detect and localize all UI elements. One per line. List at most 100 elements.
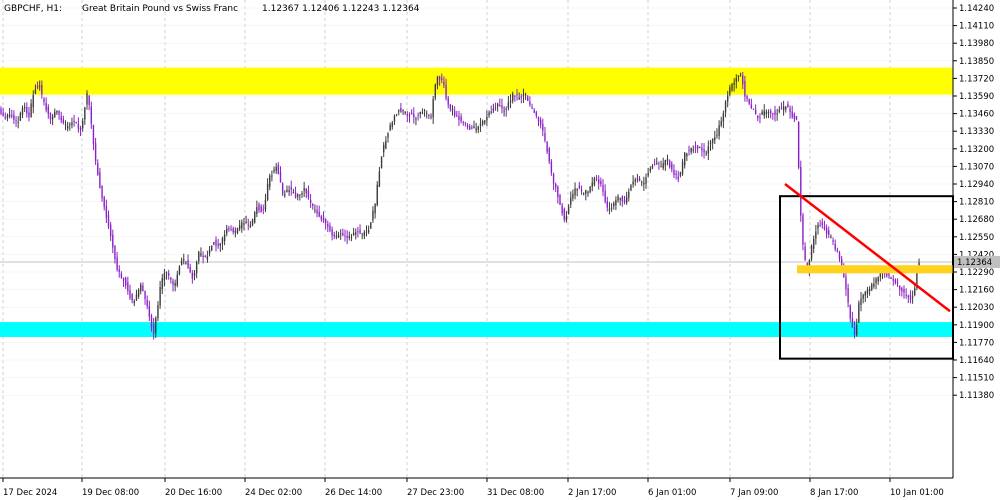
candle-body [856, 325, 858, 336]
candle-body [26, 107, 28, 114]
candle-body [694, 147, 697, 149]
bullish-candle [765, 109, 768, 119]
bullish-candle [365, 225, 368, 237]
bullish-candle [570, 191, 572, 208]
candle-body [675, 173, 677, 176]
bearish-candle [307, 185, 310, 200]
candle-body [245, 221, 247, 224]
bullish-candle [8, 108, 11, 119]
candle-body [367, 229, 370, 233]
bullish-candle [178, 265, 181, 276]
candle-body [539, 119, 542, 125]
price-axis[interactable]: 1.14240 1.14110 1.13980 1.13850 1.13720 1.135… [953, 4, 1000, 401]
bearish-candle [443, 76, 445, 89]
candle-body [137, 289, 140, 297]
x-tick-label: 7 Jan 09:00 [730, 488, 778, 498]
bearish-candle [142, 282, 144, 292]
candle-body [610, 207, 613, 209]
candle-body [643, 182, 645, 185]
bearish-candle [290, 180, 292, 196]
bearish-candle [787, 101, 789, 108]
bullish-candle [582, 192, 585, 196]
bullish-candle [219, 243, 221, 252]
bearish-candle [795, 115, 798, 121]
bullish-candle [180, 257, 183, 266]
bearish-candle [598, 175, 600, 190]
bullish-candle [714, 130, 716, 144]
candle-body [615, 199, 617, 206]
candle-body [656, 162, 658, 164]
price-chart[interactable]: 1.14240 1.14110 1.13980 1.13850 1.13720 1.135… [0, 0, 1000, 500]
bullish-candle [785, 105, 787, 113]
bearish-candle [901, 286, 903, 297]
bearish-candle [316, 205, 318, 218]
bearish-candle [466, 123, 469, 130]
candle-body [361, 233, 363, 235]
candle-body [226, 228, 228, 234]
candle-body [877, 277, 879, 282]
candle-body [335, 236, 338, 237]
bearish-candle [772, 112, 774, 120]
bearish-candle [531, 103, 533, 110]
candle-body [150, 315, 153, 328]
candle-body [168, 273, 170, 276]
candle-body [243, 223, 245, 225]
bullish-candle [911, 290, 914, 304]
bullish-candle [174, 279, 176, 292]
candle-body [105, 206, 108, 218]
bearish-candle [828, 226, 830, 238]
candle-body [914, 288, 916, 296]
bullish-candle [266, 178, 269, 202]
bearish-candle [744, 75, 746, 102]
candle-body [172, 280, 174, 285]
bearish-candle [671, 161, 673, 173]
candle-body [348, 236, 350, 238]
candle-body [890, 277, 892, 279]
candle-body [780, 107, 783, 109]
bearish-candle [456, 110, 458, 118]
candle-body [402, 110, 404, 112]
bullish-candle [716, 128, 718, 139]
bearish-candle [4, 112, 6, 120]
candle-body [15, 120, 17, 122]
bullish-candle [475, 122, 477, 134]
bearish-candle [305, 188, 307, 199]
candle-body [746, 95, 748, 100]
candle-body [281, 183, 284, 195]
candle-body [690, 147, 692, 153]
candle-body [357, 231, 359, 233]
bullish-candle [813, 235, 815, 254]
y-tick-label: 1.13720 [959, 74, 994, 84]
candle-body [550, 161, 553, 173]
candle-body [256, 207, 258, 214]
y-tick-label: 1.13330 [959, 127, 994, 137]
bearish-candle [668, 159, 671, 169]
candle-body [819, 224, 821, 226]
candle-body [251, 219, 254, 226]
candle-body [183, 259, 185, 261]
bearish-candle [793, 112, 796, 123]
bullish-candle [137, 288, 140, 299]
candle-body [66, 125, 69, 129]
candle-body [582, 193, 585, 195]
candle-body [64, 124, 67, 126]
candle-body [271, 175, 273, 177]
candle-body [187, 260, 189, 268]
candle-body [383, 144, 385, 153]
candle-body [696, 145, 699, 149]
candle-body [606, 201, 608, 208]
bullish-candle [275, 162, 277, 174]
bullish-candle [632, 175, 634, 188]
candle-body [754, 109, 757, 114]
bearish-candle [701, 143, 703, 157]
bullish-candle [372, 206, 374, 224]
candle-body [602, 184, 604, 192]
candle-body [873, 283, 875, 287]
candle-body [774, 110, 776, 116]
bullish-candle [477, 125, 479, 134]
bullish-candle [690, 147, 692, 155]
candle-body [107, 214, 110, 227]
y-tick-label: 1.11900 [959, 321, 994, 331]
candle-body [79, 127, 82, 130]
bearish-candle [892, 274, 894, 286]
